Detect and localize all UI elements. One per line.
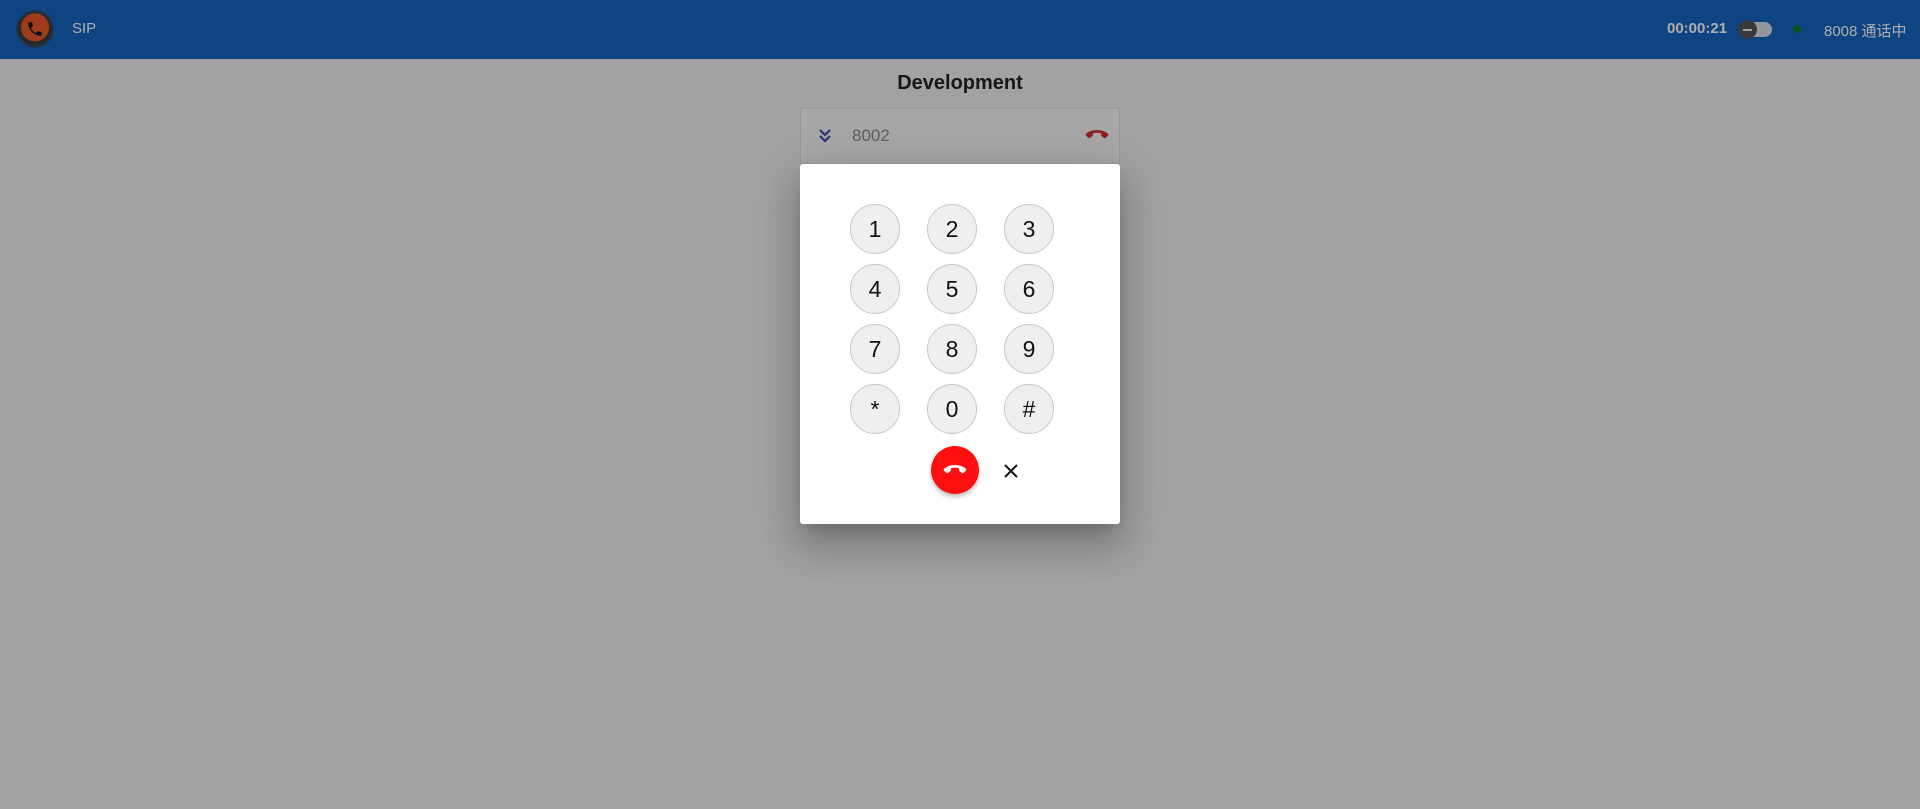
close-icon [1004,464,1018,478]
dialpad-key[interactable]: 6 [1004,264,1054,314]
dialpad-key[interactable]: 3 [1004,204,1054,254]
dialpad-key[interactable]: 9 [1004,324,1054,374]
dialpad-key[interactable]: 0 [927,384,977,434]
dialpad-key[interactable]: 7 [850,324,900,374]
dialpad-key[interactable]: * [850,384,900,434]
dialpad-key[interactable]: 8 [927,324,977,374]
dialpad-key[interactable]: # [1004,384,1054,434]
dialpad-key[interactable]: 2 [927,204,977,254]
dialpad-key[interactable]: 5 [927,264,977,314]
dialpad-key[interactable]: 4 [850,264,900,314]
hangup-button[interactable] [931,446,979,494]
dialpad-key[interactable]: 1 [850,204,900,254]
close-button[interactable] [996,456,1026,486]
dialpad-dialog: 1 2 3 4 5 6 7 8 9 * 0 # [800,164,1120,524]
phone-hangup-icon [943,465,967,474]
